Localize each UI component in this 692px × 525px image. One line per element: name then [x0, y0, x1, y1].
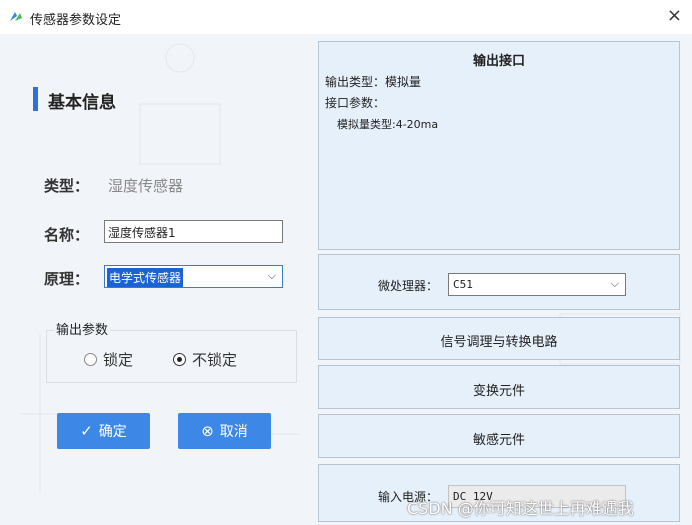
output-interface-title: 输出接口 [472, 54, 525, 69]
app-logo-icon [10, 12, 22, 21]
chevron-down-icon: ⌵ [610, 277, 619, 290]
sensing-element-block[interactable]: 敏感元件 [318, 414, 680, 458]
type-value: 湿度传感器 [108, 177, 184, 195]
close-icon[interactable]: × [667, 5, 682, 26]
radio-unlock[interactable]: 不锁定 [173, 349, 237, 370]
window-title: 传感器参数设定 [30, 13, 122, 28]
output-params-legend: 输出参数 [54, 319, 111, 338]
output-type-text: 输出类型：模拟量 [325, 75, 422, 89]
radio-lock-label: 锁定 [103, 351, 134, 369]
watermark-text: CSDN @你可知这世上再难遇我 [407, 499, 634, 518]
chevron-down-icon: ⌵ [267, 269, 276, 282]
sensing-element-label: 敏感元件 [472, 433, 525, 448]
principle-selected-value: 电学式传感器 [107, 268, 184, 287]
radio-unlock-label: 不锁定 [192, 351, 238, 369]
principle-label: 原理： [44, 270, 90, 288]
cancel-button-label: 取消 [219, 424, 248, 440]
type-label: 类型： [44, 177, 90, 195]
radio-unselected-icon [84, 353, 97, 366]
cancel-circle-icon: ⊗ [201, 422, 214, 440]
processor-select[interactable]: C51 ⌵ [448, 273, 626, 296]
section-accent-bar [33, 87, 38, 111]
transform-element-block[interactable]: 变换元件 [318, 365, 680, 409]
radio-selected-icon [173, 353, 186, 366]
processor-label: 微处理器： [378, 279, 439, 293]
section-title-basic-info: 基本信息 [48, 93, 116, 113]
title-bar: 传感器参数设定 × [0, 0, 692, 34]
radio-lock[interactable]: 锁定 [84, 349, 133, 370]
name-label: 名称： [44, 226, 90, 244]
analog-type-text: 模拟量类型:4-20ma [337, 118, 439, 131]
processor-selected-value: C51 [453, 278, 473, 291]
signal-conditioning-label: 信号调理与转换电路 [440, 335, 558, 350]
interface-params-text: 接口参数： [325, 96, 386, 110]
principle-select[interactable]: 电学式传感器 ⌵ [104, 265, 283, 288]
check-icon: ✓ [80, 422, 93, 440]
cancel-button[interactable]: ⊗ 取消 [178, 413, 271, 449]
name-input[interactable]: 湿度传感器1 [104, 220, 283, 243]
transform-element-label: 变换元件 [472, 384, 525, 399]
confirm-button[interactable]: ✓ 确定 [57, 413, 150, 449]
signal-conditioning-block[interactable]: 信号调理与转换电路 [318, 317, 680, 360]
confirm-button-label: 确定 [98, 424, 127, 440]
